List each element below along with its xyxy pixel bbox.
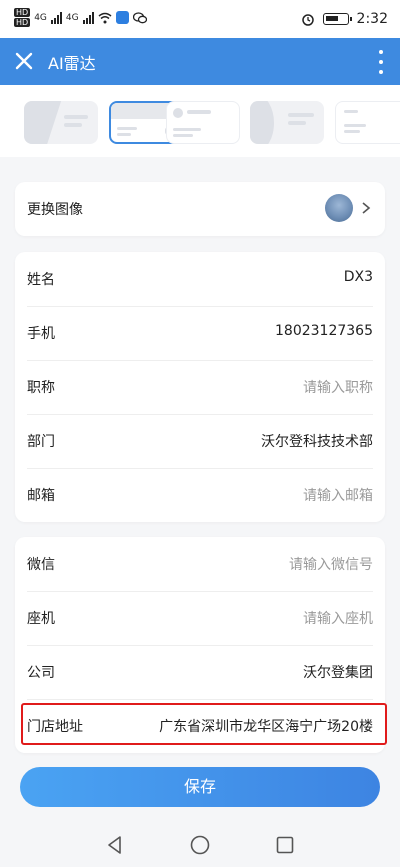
field-row-store-address[interactable]: 门店地址 广东省深圳市龙华区海宁广场20楼 bbox=[15, 699, 385, 753]
hd-badge: HD bbox=[14, 18, 31, 27]
field-label: 手机 bbox=[27, 326, 55, 342]
basic-info-card: 姓名 DX3 手机 18023127365 职称 请输入职称 部门 沃尔登科技技… bbox=[15, 252, 385, 522]
field-label: 微信 bbox=[27, 557, 55, 573]
change-image-card[interactable]: 更换图像 bbox=[15, 182, 385, 236]
wifi-icon bbox=[98, 12, 112, 23]
app-header: AI雷达 bbox=[0, 38, 400, 85]
network-type: 4G bbox=[34, 12, 47, 23]
template-thumb[interactable] bbox=[250, 101, 324, 144]
hd-badge: HD bbox=[14, 8, 31, 17]
app-notification-icon bbox=[115, 11, 129, 24]
job-title-field[interactable]: 请输入职称 bbox=[303, 377, 373, 397]
battery-icon bbox=[322, 13, 352, 25]
signal-icon bbox=[82, 11, 94, 24]
field-row-email[interactable]: 邮箱 请输入邮箱 bbox=[15, 468, 385, 522]
system-nav-bar bbox=[0, 823, 400, 867]
field-row-wechat[interactable]: 微信 请输入微信号 bbox=[15, 537, 385, 591]
more-menu-icon[interactable] bbox=[376, 50, 386, 74]
wechat-field[interactable]: 请输入微信号 bbox=[289, 554, 373, 574]
field-label: 邮箱 bbox=[27, 488, 55, 504]
status-left: HD HD 4G 4G bbox=[14, 8, 147, 27]
status-bar: HD HD 4G 4G 2:32 bbox=[0, 0, 400, 38]
field-row-title[interactable]: 职称 请输入职称 bbox=[15, 360, 385, 414]
home-icon[interactable] bbox=[189, 834, 211, 856]
clock: 2:32 bbox=[356, 11, 388, 27]
change-image-row[interactable]: 更换图像 bbox=[15, 182, 385, 236]
field-row-landline[interactable]: 座机 请输入座机 bbox=[15, 591, 385, 645]
store-address-field[interactable]: 广东省深圳市龙华区海宁广场20楼 bbox=[159, 716, 373, 736]
template-thumb[interactable] bbox=[335, 101, 400, 144]
field-label: 部门 bbox=[27, 434, 55, 450]
close-icon[interactable] bbox=[10, 47, 38, 75]
chevron-right-icon bbox=[362, 202, 371, 214]
phone-field[interactable]: 18023127365 bbox=[275, 323, 373, 339]
wechat-icon bbox=[132, 11, 147, 23]
status-right: 2:32 bbox=[301, 11, 388, 27]
card-template-carousel[interactable] bbox=[0, 85, 400, 157]
signal-icon bbox=[50, 11, 62, 24]
landline-field[interactable]: 请输入座机 bbox=[303, 608, 373, 628]
template-thumb[interactable] bbox=[166, 101, 240, 144]
field-row-company[interactable]: 公司 沃尔登集团 bbox=[15, 645, 385, 699]
company-field[interactable]: 沃尔登集团 bbox=[303, 662, 373, 682]
field-label: 座机 bbox=[27, 611, 55, 627]
field-row-name[interactable]: 姓名 DX3 bbox=[15, 252, 385, 306]
field-row-phone[interactable]: 手机 18023127365 bbox=[15, 306, 385, 360]
recents-icon[interactable] bbox=[274, 834, 296, 856]
field-label: 门店地址 bbox=[27, 719, 83, 735]
field-row-department[interactable]: 部门 沃尔登科技技术部 bbox=[15, 414, 385, 468]
field-label: 姓名 bbox=[27, 272, 55, 288]
network-type: 4G bbox=[65, 12, 79, 23]
page-title: AI雷达 bbox=[48, 54, 96, 73]
field-label: 公司 bbox=[27, 665, 55, 681]
template-thumb[interactable] bbox=[24, 101, 98, 144]
save-button[interactable]: 保存 bbox=[20, 767, 380, 807]
avatar[interactable] bbox=[325, 194, 353, 222]
email-field[interactable]: 请输入邮箱 bbox=[303, 485, 373, 505]
extra-info-card: 微信 请输入微信号 座机 请输入座机 公司 沃尔登集团 门店地址 广东省深圳市龙… bbox=[15, 537, 385, 753]
department-field[interactable]: 沃尔登科技技术部 bbox=[261, 431, 373, 451]
field-label: 职称 bbox=[27, 380, 55, 396]
back-icon[interactable] bbox=[104, 834, 126, 856]
name-field[interactable]: DX3 bbox=[344, 269, 373, 285]
change-image-label: 更换图像 bbox=[27, 202, 83, 218]
alarm-icon bbox=[301, 14, 314, 26]
